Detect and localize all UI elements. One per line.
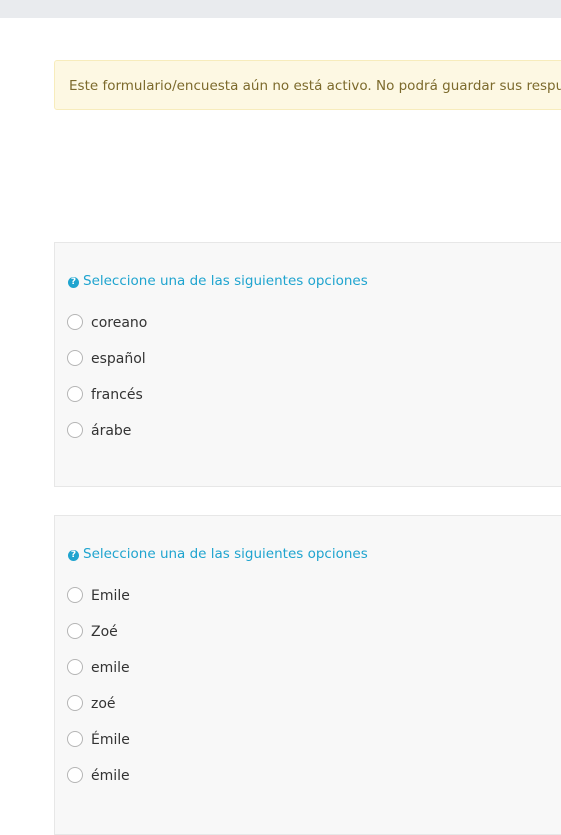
question-help-text: Seleccione una de las siguientes opcione… bbox=[83, 546, 368, 562]
question-circle-icon: ? bbox=[68, 550, 79, 561]
option-label[interactable]: francés bbox=[91, 386, 143, 404]
radio-button[interactable] bbox=[67, 314, 83, 330]
option-label[interactable]: emile bbox=[91, 659, 130, 677]
option-label[interactable]: coreano bbox=[91, 314, 147, 332]
option-label[interactable]: émile bbox=[91, 767, 130, 785]
top-bar bbox=[0, 0, 561, 18]
alert-text: Este formulario/encuesta aún no está act… bbox=[69, 78, 561, 94]
option-label[interactable]: Zoé bbox=[91, 623, 118, 641]
radio-button[interactable] bbox=[67, 659, 83, 675]
question-panel-1: ? Seleccione una de las siguientes opcion… bbox=[54, 242, 561, 487]
option-label[interactable]: zoé bbox=[91, 695, 116, 713]
radio-button[interactable] bbox=[67, 422, 83, 438]
question-help-text: Seleccione una de las siguientes opcione… bbox=[83, 273, 368, 289]
radio-button[interactable] bbox=[67, 767, 83, 783]
radio-button[interactable] bbox=[67, 623, 83, 639]
radio-button[interactable] bbox=[67, 587, 83, 603]
inactive-survey-alert: Este formulario/encuesta aún no está act… bbox=[54, 60, 561, 110]
radio-button[interactable] bbox=[67, 350, 83, 366]
option-label[interactable]: Émile bbox=[91, 731, 130, 749]
option-label[interactable]: Emile bbox=[91, 587, 130, 605]
option-label[interactable]: árabe bbox=[91, 422, 131, 440]
radio-button[interactable] bbox=[67, 386, 83, 402]
radio-button[interactable] bbox=[67, 695, 83, 711]
radio-button[interactable] bbox=[67, 731, 83, 747]
option-label[interactable]: español bbox=[91, 350, 146, 368]
question-help-1: ? Seleccione una de las siguientes opcion… bbox=[68, 273, 368, 289]
question-help-2: ? Seleccione una de las siguientes opcion… bbox=[68, 546, 368, 562]
question-circle-icon: ? bbox=[68, 277, 79, 288]
question-panel-2: ? Seleccione una de las siguientes opcion… bbox=[54, 515, 561, 835]
